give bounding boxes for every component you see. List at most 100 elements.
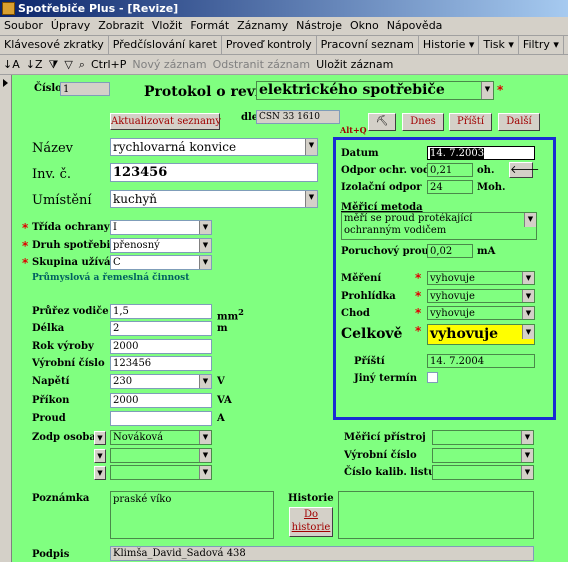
sort-desc-icon[interactable]: ↓Z (23, 55, 46, 74)
menu-vlozit[interactable]: Vložit (148, 17, 186, 35)
do-historie-button[interactable]: Do historie (289, 507, 333, 537)
cislo-field[interactable]: 1 (60, 82, 110, 96)
update-lists-button[interactable]: Aktualizovat seznamy (110, 113, 221, 130)
datum-label: Datum (341, 148, 379, 159)
window-title: Spotřebiče Plus - [Revize] (18, 2, 179, 15)
zodp-select[interactable]: Nováková ▼ (110, 430, 212, 445)
next-date-button[interactable]: Příští (449, 113, 492, 131)
menu-okno[interactable]: Okno (346, 17, 383, 35)
nazev-select[interactable]: rychlovarná konvice ▼ (110, 138, 318, 156)
rok-field[interactable]: 2000 (110, 339, 212, 354)
kalib-select[interactable]: ▼ (432, 465, 534, 480)
sort-asc-icon[interactable]: ↓A (0, 55, 23, 74)
vyr-cislo-select[interactable]: ▼ (432, 448, 534, 463)
chevron-down-icon: ▼ (481, 82, 493, 99)
poruch-field[interactable]: 0,02 (427, 244, 473, 258)
next-record-button[interactable]: Další (498, 113, 540, 131)
meric-select[interactable]: ▼ (432, 430, 534, 445)
trida-label: Třída ochrany (32, 222, 110, 233)
menu-nastroje[interactable]: Nástroje (292, 17, 346, 35)
poznamka-label: Poznámka (32, 493, 90, 504)
nazev-label: Název (32, 141, 74, 156)
mereni-label: Měření (341, 273, 382, 284)
proud-label: Proud (32, 413, 66, 424)
vyrobni-field[interactable]: 123456 (110, 356, 212, 371)
ctrlp-button[interactable]: Ctrl+P (88, 55, 129, 74)
zodp-dropdown-1-icon[interactable]: ▼ (94, 431, 106, 445)
today-button[interactable]: Dnes (402, 113, 444, 131)
umisteni-select[interactable]: kuchyň ▼ (110, 190, 318, 208)
required-marker: * (22, 256, 29, 270)
datum-field[interactable]: 14. 7.2003 (427, 146, 535, 160)
chevron-down-icon: ▼ (522, 290, 534, 302)
prurez-unit: mm2 (217, 307, 244, 323)
poznamka-field[interactable]: praské víko (110, 491, 274, 539)
filter-form-icon[interactable]: ▽ (61, 55, 75, 74)
prikon-label: Příkon (32, 395, 70, 406)
arrow-left-icon: 🡐 (510, 163, 540, 176)
napeti-select[interactable]: 230 ▼ (110, 374, 212, 389)
delka-field[interactable]: 2 (110, 321, 212, 336)
menu-format[interactable]: Formát (186, 17, 233, 35)
prurez-field[interactable]: 1,5 (110, 304, 212, 319)
menu-soubor[interactable]: Soubor (0, 17, 47, 35)
druh-select[interactable]: přenosný ▼ (110, 238, 212, 253)
delete-record-button[interactable]: Odstranit záznam (210, 55, 314, 74)
run-checks-button[interactable]: Proveď kontroly (222, 36, 317, 54)
skupina-select[interactable]: C ▼ (110, 255, 212, 270)
prikon-field[interactable]: 2000 (110, 393, 212, 408)
revize-form: Číslo 1 Protokol o revizi elektrického s… (12, 75, 568, 562)
zodp-dropdown-3-icon[interactable]: ▼ (94, 466, 106, 480)
kalib-label: Číslo kalib. listu (344, 467, 436, 478)
chod-select[interactable]: vyhovuje ▼ (427, 306, 535, 320)
proud-field[interactable] (110, 411, 212, 426)
filter-icon[interactable]: ⧩ (46, 55, 62, 74)
izolacni-field[interactable]: 24 (427, 180, 473, 194)
chevron-down-icon: ▼ (521, 431, 533, 444)
record-selector[interactable] (0, 75, 12, 562)
inv-field[interactable]: 123456 (110, 163, 318, 182)
chevron-down-icon: ▼ (199, 431, 211, 444)
mereni-select[interactable]: vyhovuje ▼ (427, 271, 535, 285)
menu-zobrazit[interactable]: Zobrazit (94, 17, 148, 35)
jiny-termin-checkbox[interactable] (427, 372, 438, 383)
menu-zaznamy[interactable]: Záznamy (233, 17, 292, 35)
odpor-field[interactable]: 0,21 (427, 163, 473, 177)
prohlidka-select[interactable]: vyhovuje ▼ (427, 289, 535, 303)
prenumber-cards-button[interactable]: Předčíslování karet (109, 36, 222, 54)
back-arrow-button[interactable]: 🡐 (509, 162, 540, 178)
meric-label: Měřicí přístroj (344, 432, 426, 443)
print-menu-button[interactable]: Tisk ▾ (479, 36, 519, 54)
zodp-select-2[interactable]: ▼ (110, 448, 212, 463)
napeti-unit: V (217, 376, 225, 387)
work-list-button[interactable]: Pracovní seznam (317, 36, 419, 54)
skupina-description: Průmyslová a řemeslná činnost (32, 273, 190, 283)
new-record-button[interactable]: Nový záznam (129, 55, 209, 74)
pristi-field[interactable]: 14. 7.2004 (427, 354, 535, 368)
pick-tool-button[interactable]: ⛏ (368, 113, 396, 131)
norm-field[interactable]: ČSN 33 1610 (256, 110, 340, 124)
celkove-select[interactable]: vyhovuje ▼ (427, 324, 535, 345)
save-record-button[interactable]: Uložit záznam (313, 55, 396, 74)
chevron-down-icon: ▼ (199, 375, 211, 388)
historie-field[interactable] (338, 491, 534, 539)
prohlidka-label: Prohlídka (341, 291, 396, 302)
trida-select[interactable]: I ▼ (110, 220, 212, 235)
metoda-select[interactable]: měří se proud protékající ochranným vodi… (341, 212, 537, 240)
required-marker: * (22, 239, 29, 253)
menu-upravy[interactable]: Úpravy (47, 17, 94, 35)
zodp-dropdown-2-icon[interactable]: ▼ (94, 449, 106, 463)
menu-napoveda[interactable]: Nápověda (383, 17, 447, 35)
odpor-unit: oh. (477, 165, 495, 176)
zodp-select-3[interactable]: ▼ (110, 465, 212, 480)
podpis-field[interactable]: Klimša_David_Sadová 438 (110, 546, 534, 561)
history-menu-button[interactable]: Historie ▾ (419, 36, 480, 54)
find-icon[interactable]: ⌕ (76, 55, 88, 74)
protocol-type-select[interactable]: elektrického spotřebiče ▼ (256, 81, 494, 100)
filters-menu-button[interactable]: Filtry ▾ (519, 36, 564, 54)
chevron-down-icon: ▼ (524, 213, 536, 227)
inv-label: Inv. č. (32, 167, 71, 182)
delka-label: Délka (32, 323, 65, 334)
keyboard-shortcuts-button[interactable]: Klávesové zkratky (0, 36, 109, 54)
pristi-label: Příští (354, 356, 385, 367)
